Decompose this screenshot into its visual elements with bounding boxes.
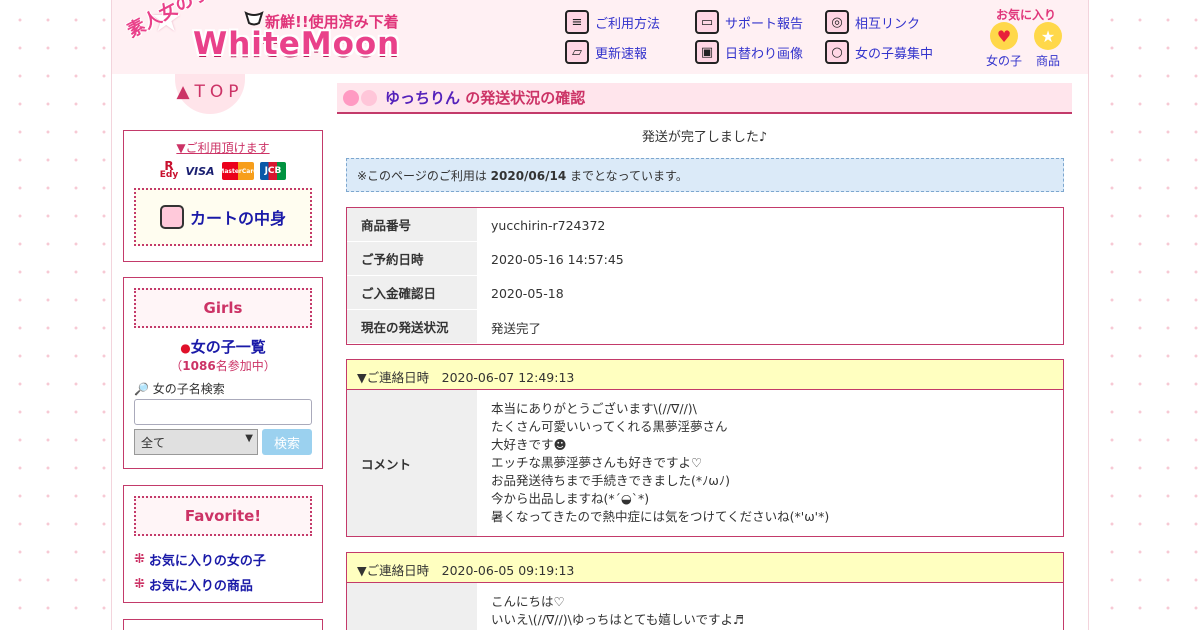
table-row: ご予約日時 2020-05-16 14:57:45 — [347, 242, 1063, 276]
panties-icon — [244, 11, 264, 26]
nav-label: ご利用方法 — [595, 16, 661, 32]
favorite-girls-link[interactable]: ⁜ お気に入りの女の子 — [134, 550, 312, 569]
table-row: ご入金確認日 2020-05-18 — [347, 276, 1063, 310]
page-title-bar: ゆっちりん の発送状況の確認 — [337, 83, 1072, 114]
header: ★ 素人女の子の 新鮮!!使用済み下着 WhiteMoon ≡ ご利用方法 ▭ … — [112, 0, 1088, 74]
comment-text: こんにちは♡ いいえ\(//∇//)\ゆっちはとても嬉しいですよ♬ — [491, 594, 745, 627]
nav-mutual-links[interactable]: ◎ 相互リンク — [825, 10, 920, 34]
cart-icon — [159, 205, 184, 229]
favorite-girls-button[interactable]: ♥ 女の子 — [984, 22, 1024, 69]
payment-cart-box: ▼ご利用頂けます R Edy VISA MasterCard JCB カートの中身 — [123, 130, 323, 262]
search-button[interactable]: 検索 — [262, 429, 312, 455]
comment-label: コメント — [347, 390, 477, 536]
girls-list-link[interactable]: ●女の子一覧 — [124, 336, 322, 357]
magnifier-icon: 🔎 — [134, 382, 149, 396]
cart-label: カートの中身 — [189, 209, 286, 228]
top-button[interactable]: ▲TOP — [175, 74, 245, 114]
folder-icon: ▱ — [565, 40, 589, 64]
jcb-icon: JCB — [260, 162, 286, 180]
edy-icon: R Edy — [159, 159, 179, 180]
nav-label: サポート報告 — [725, 16, 804, 32]
red-ball-icon: ● — [180, 341, 191, 355]
logo-title: WhiteMoon — [193, 26, 401, 62]
visa-icon: VISA — [185, 164, 215, 178]
girl-name-search-input[interactable] — [134, 399, 312, 425]
payment-icons: R Edy VISA MasterCard JCB — [124, 159, 322, 180]
page-title: ゆっちりん の発送状況の確認 — [385, 89, 586, 107]
nav-label: 相互リンク — [855, 16, 921, 32]
comment-label — [347, 583, 477, 630]
favorites-title: お気に入り — [996, 8, 1057, 22]
nav-support-report[interactable]: ▭ サポート報告 — [695, 10, 803, 34]
girls-count: （1086名参加中） — [170, 359, 276, 373]
heart-icon: ♥ — [990, 22, 1018, 50]
favorite-items-button[interactable]: ★ 商品 — [1028, 22, 1068, 69]
document-icon: ≡ — [565, 10, 589, 34]
sparkle-icon: ⁜ — [134, 577, 145, 592]
page-expiry-info: ※このページのご利用は 2020/06/14 までとなっています。 — [346, 158, 1064, 192]
page: ★ 素人女の子の 新鮮!!使用済み下着 WhiteMoon ≡ ご利用方法 ▭ … — [111, 0, 1089, 630]
comment-text: 本当にありがとうございます\(//∇//)\ たくさん可愛いいってくれる黒夢淫夢… — [491, 401, 830, 524]
pink-dots-icon — [343, 89, 377, 106]
site-logo[interactable]: ★ 素人女の子の 新鮮!!使用済み下着 WhiteMoon — [120, 0, 490, 72]
sidebar-box-next — [123, 619, 323, 630]
payment-methods-link[interactable]: ▼ご利用頂けます — [124, 139, 322, 156]
nav-label: 日替わり画像 — [725, 46, 804, 62]
globe-icon: ◎ — [825, 10, 849, 34]
table-row: 商品番号 yucchirin-r724372 — [347, 208, 1063, 242]
nav-recruit[interactable]: ○ 女の子募集中 — [825, 40, 933, 64]
dropdown-arrow-icon: ▼ — [245, 433, 253, 444]
shipping-complete-notice: 発送が完了しました♪ — [641, 130, 768, 145]
mastercard-icon: MasterCard — [218, 162, 258, 180]
girls-heading: Girls — [134, 288, 312, 328]
search-category-select[interactable]: 全て ▼ — [134, 429, 258, 455]
contact-message: ▼ご連絡日時 2020-06-05 09:19:13 こんにちは♡ いいえ\(/… — [346, 552, 1064, 630]
sparkle-icon: ⁜ — [134, 552, 145, 567]
nav-updates[interactable]: ▱ 更新速報 — [565, 40, 647, 64]
favorite-heading: Favorite! — [134, 496, 312, 536]
favorite-box: Favorite! ⁜ お気に入りの女の子 ⁜ お気に入りの商品 — [123, 485, 323, 603]
girls-box: Girls ●女の子一覧 （1086名参加中） 🔎 女の子名検索 全て ▼ 検索 — [123, 277, 323, 469]
contact-datetime: ▼ご連絡日時 2020-06-07 12:49:13 — [347, 360, 1063, 390]
favorite-items-label: 商品 — [1035, 54, 1060, 68]
contact-message: ▼ご連絡日時 2020-06-07 12:49:13 コメント 本当にありがとう… — [346, 359, 1064, 537]
nav-label: 更新速報 — [595, 46, 648, 62]
contact-datetime: ▼ご連絡日時 2020-06-05 09:19:13 — [347, 553, 1063, 583]
save-icon: ▣ — [695, 40, 719, 64]
cart-button[interactable]: カートの中身 — [134, 188, 312, 246]
computer-icon: ▭ — [695, 10, 719, 34]
ring-icon: ○ — [825, 40, 849, 64]
star-icon: ★ — [1034, 22, 1062, 50]
order-status-table: 商品番号 yucchirin-r724372 ご予約日時 2020-05-16 14… — [346, 207, 1064, 345]
nav-label: 女の子募集中 — [855, 46, 934, 62]
favorite-girls-label: 女の子 — [985, 54, 1022, 68]
girls-list-label: 女の子一覧 — [190, 338, 266, 356]
favorite-items-link[interactable]: ⁜ お気に入りの商品 — [134, 575, 312, 594]
search-label: 🔎 女の子名検索 — [134, 382, 225, 396]
table-row: 現在の発送状況 発送完了 — [347, 310, 1063, 344]
nav-daily-images[interactable]: ▣ 日替わり画像 — [695, 40, 803, 64]
nav-usage[interactable]: ≡ ご利用方法 — [565, 10, 660, 34]
